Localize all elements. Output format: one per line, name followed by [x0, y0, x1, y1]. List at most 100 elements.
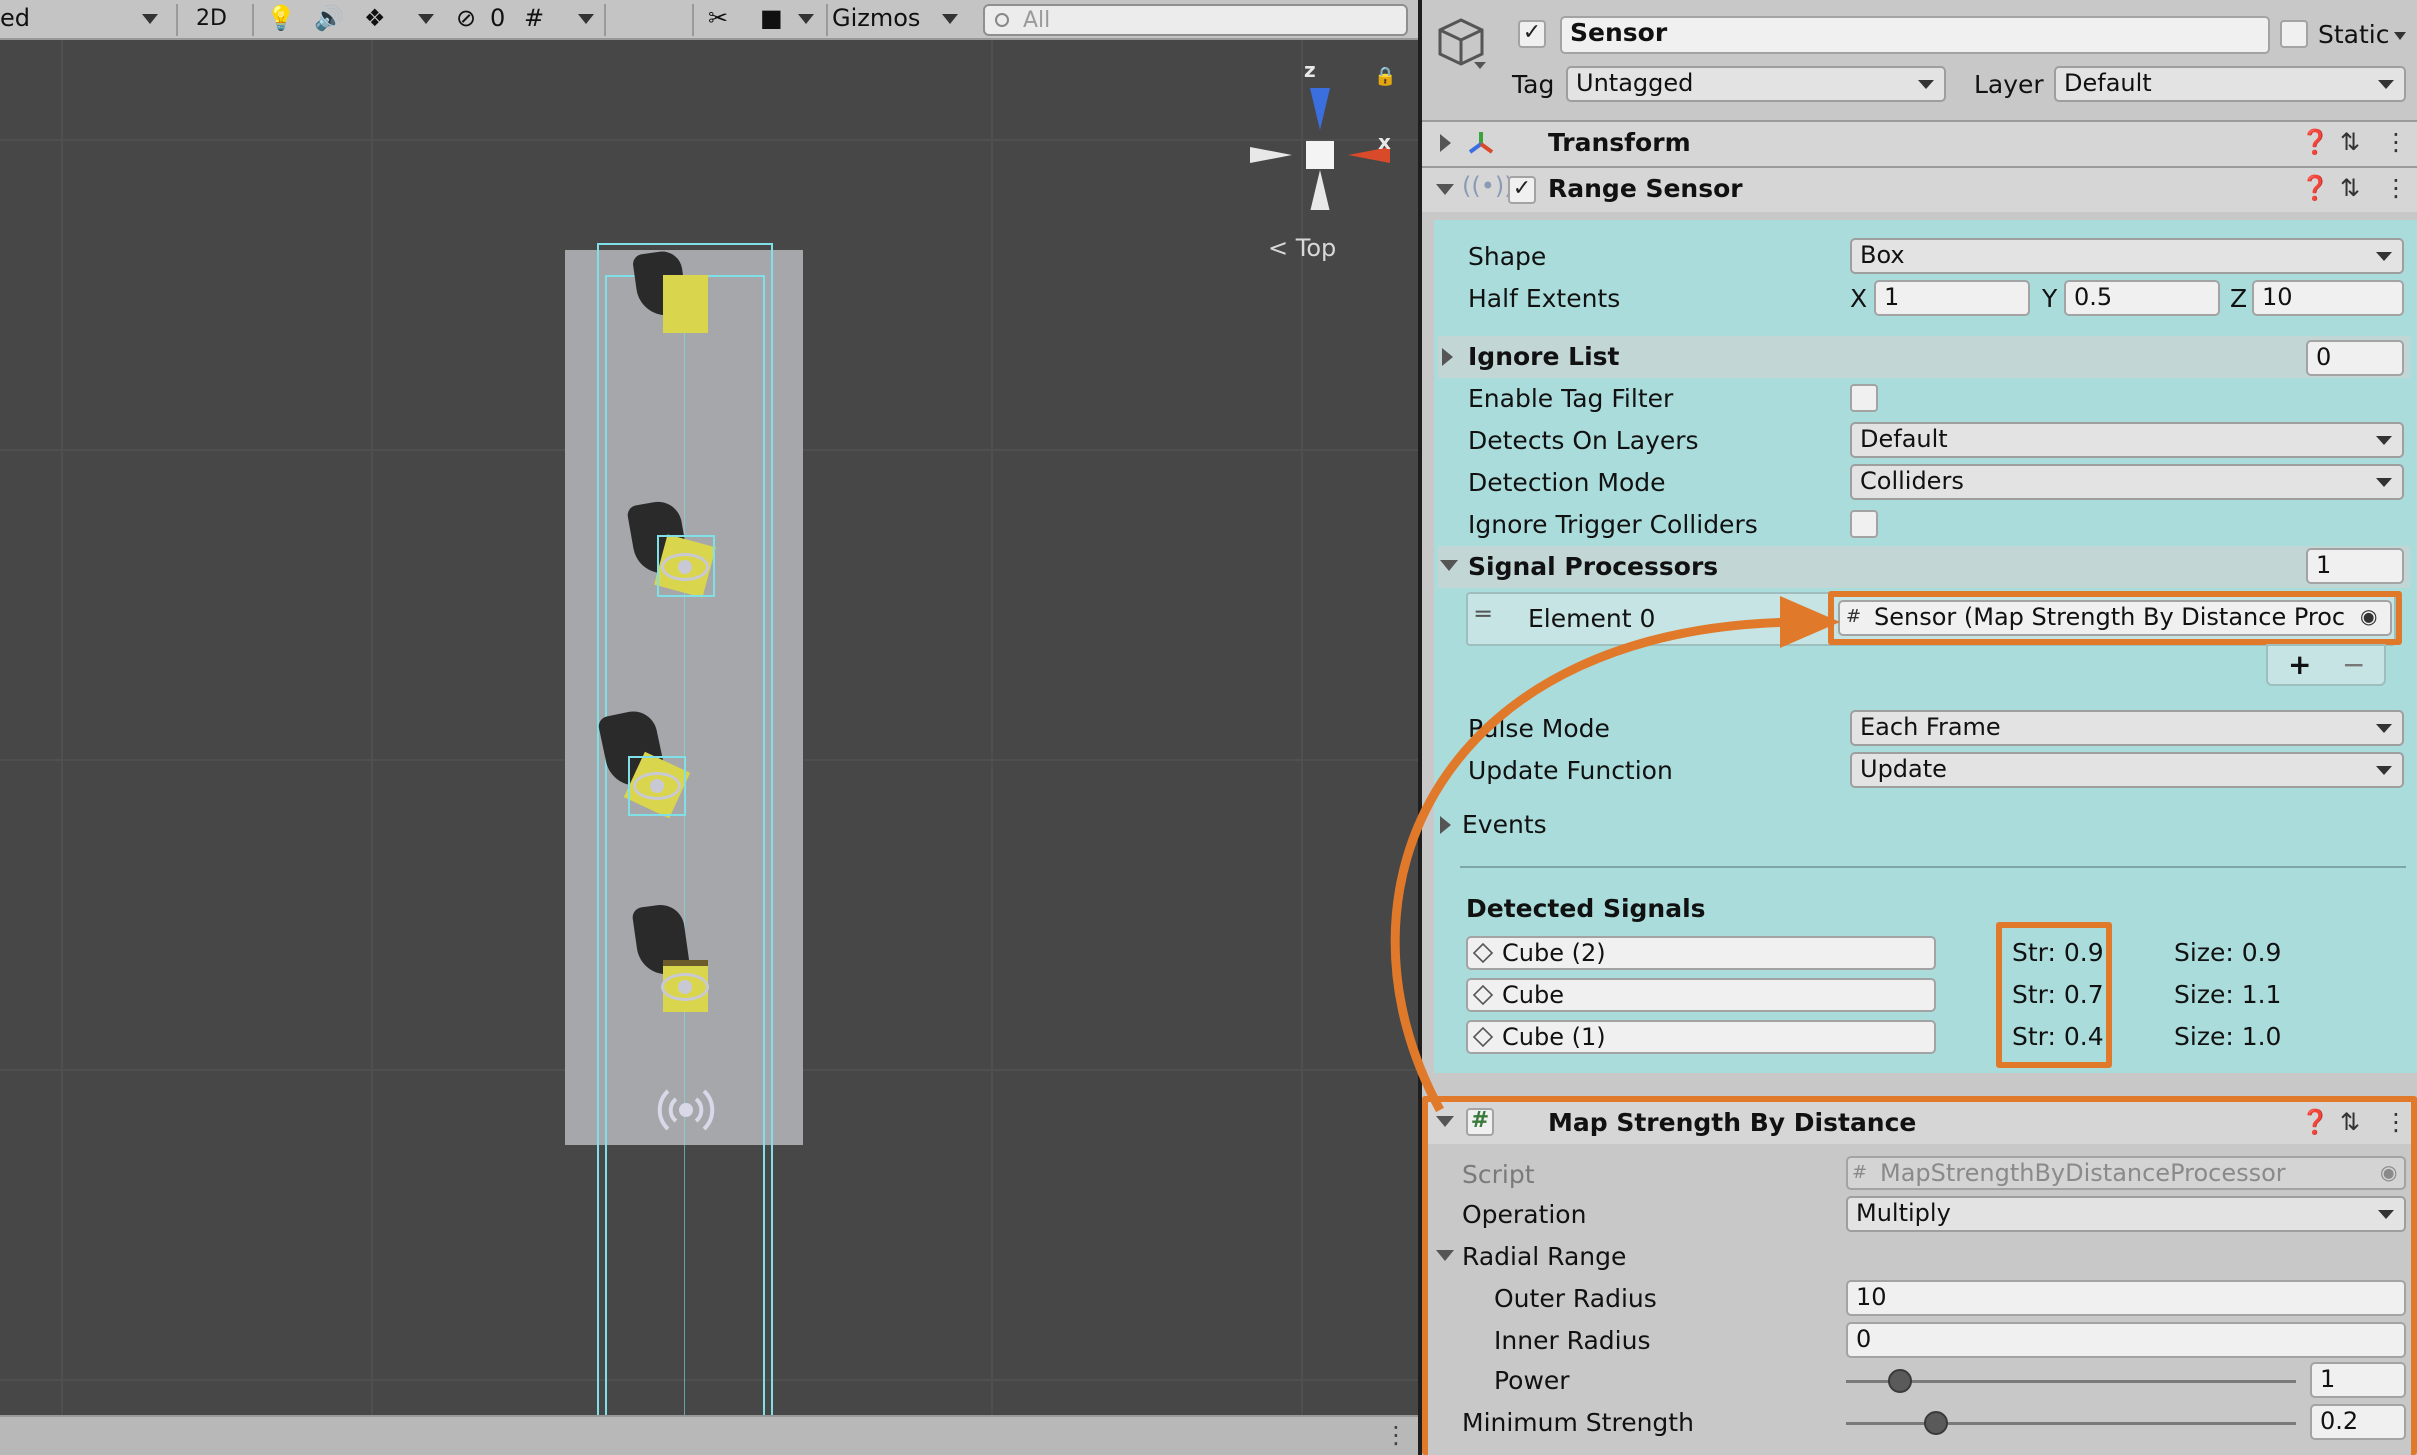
chevron-down-icon[interactable] — [578, 14, 594, 24]
layer-dropdown[interactable]: Default — [2054, 66, 2406, 102]
half-extents-x-field[interactable]: 1 — [1874, 280, 2030, 316]
chevron-down-icon[interactable] — [1474, 62, 1486, 69]
half-extents-label: Half Extents — [1468, 284, 1621, 313]
sensor-component-icon: ((•)) — [1462, 172, 1514, 200]
scene-toolbar: ed 2D 💡 🔊 ❖ ⊘ 0 # ✂ ■ Gizmos All — [0, 0, 1418, 40]
eye-icon — [661, 553, 709, 581]
half-extents-y-field[interactable]: 0.5 — [2064, 280, 2220, 316]
search-placeholder: All — [1023, 8, 1051, 33]
more-options-icon[interactable]: ⋮ — [1384, 1421, 1408, 1449]
shape-label: Shape — [1468, 242, 1547, 271]
static-checkbox[interactable] — [2280, 20, 2308, 48]
range-sensor-enabled-checkbox[interactable]: ✓ — [1508, 176, 1536, 204]
chevron-left-icon: < — [1268, 234, 1296, 262]
toolbar-divider — [176, 4, 178, 36]
z-label: Z — [2230, 284, 2248, 313]
annotation-arrow — [1390, 596, 1840, 1113]
detects-on-layers-dropdown[interactable]: Default — [1850, 422, 2404, 458]
signal-size: Size: 1.1 — [2174, 980, 2282, 1009]
ignore-list-count-field[interactable]: 0 — [2306, 340, 2404, 376]
audio-toggle-icon[interactable]: 🔊 — [314, 4, 344, 32]
toolbar-divider — [604, 4, 606, 36]
fold-arrow-icon[interactable] — [1440, 134, 1451, 152]
ignore-trigger-colliders-checkbox[interactable] — [1850, 510, 1878, 538]
help-icon[interactable]: ❓ — [2300, 128, 2330, 156]
highlight-strength-column — [1996, 922, 2112, 1068]
eye-icon — [661, 973, 709, 1001]
orientation-label-text: Top — [1295, 234, 1337, 262]
camera-icon[interactable]: ■ — [760, 4, 783, 32]
sensor-box-outline — [597, 243, 773, 245]
search-icon — [995, 13, 1009, 27]
more-options-icon[interactable]: ⋮ — [2384, 128, 2408, 156]
remove-element-button[interactable]: − — [2342, 648, 2365, 681]
hidden-count: 0 — [490, 4, 506, 32]
layer-label: Layer — [1974, 70, 2044, 99]
half-extents-z-field[interactable]: 10 — [2252, 280, 2404, 316]
sensor-box-outline — [771, 243, 773, 1415]
chevron-down-icon[interactable] — [798, 14, 814, 24]
sensor-broadcast-icon[interactable] — [654, 1085, 718, 1135]
static-label: Static — [2318, 20, 2390, 49]
chevron-down-icon[interactable] — [142, 14, 158, 24]
gizmo-x-label: x — [1378, 130, 1391, 154]
tools-icon[interactable]: ✂ — [708, 4, 728, 32]
more-options-icon[interactable]: ⋮ — [2384, 174, 2408, 202]
lighting-toggle-icon[interactable]: 💡 — [266, 4, 296, 32]
object-name-field[interactable]: Sensor — [1560, 16, 2270, 54]
update-function-dropdown[interactable]: Update — [1850, 752, 2404, 788]
gizmo-z-label: z — [1304, 58, 1316, 82]
highlight-element-0 — [1828, 591, 2402, 645]
detection-mode-label: Detection Mode — [1468, 468, 1666, 497]
detection-mode-dropdown[interactable]: Colliders — [1850, 464, 2404, 500]
sensor-box-outline — [605, 275, 607, 1415]
active-checkbox[interactable]: ✓ — [1518, 20, 1546, 48]
toolbar-divider — [692, 4, 694, 36]
grid-toggle-icon[interactable]: # — [524, 4, 544, 32]
chevron-down-icon[interactable] — [942, 14, 958, 24]
add-element-button[interactable]: + — [2288, 648, 2311, 681]
x-label: X — [1850, 284, 1868, 313]
tag-label: Tag — [1512, 70, 1555, 99]
range-sensor-title: Range Sensor — [1548, 174, 1743, 203]
scene-footer: ⋮ — [0, 1415, 1418, 1455]
visibility-hidden-icon[interactable]: ⊘ — [456, 4, 476, 32]
list-buttons — [2266, 644, 2386, 686]
effects-toggle-icon[interactable]: ❖ — [364, 4, 386, 32]
ignore-list-label: Ignore List — [1468, 342, 1620, 371]
enable-tag-filter-label: Enable Tag Filter — [1468, 384, 1674, 413]
signal-size: Size: 0.9 — [2174, 938, 2282, 967]
fold-arrow-icon[interactable] — [1442, 348, 1453, 366]
preset-icon[interactable]: ⇅ — [2340, 128, 2360, 156]
toolbar-divider — [252, 4, 254, 36]
arrow-head-icon — [1780, 596, 1840, 648]
highlight-map-strength-component — [1422, 1096, 2417, 1455]
draw-mode-dropdown[interactable]: ed — [0, 4, 30, 32]
tag-dropdown[interactable]: Untagged — [1566, 66, 1946, 102]
pulse-mode-dropdown[interactable]: Each Frame — [1850, 710, 2404, 746]
ignore-trigger-colliders-label: Ignore Trigger Colliders — [1468, 510, 1758, 539]
sensor-center-line — [684, 275, 685, 1415]
sensor-box-outline — [597, 243, 599, 1415]
orientation-label[interactable]: < Top — [1268, 234, 1336, 262]
fold-arrow-icon[interactable] — [1436, 184, 1454, 195]
search-input[interactable]: All — [983, 4, 1408, 36]
cube-object[interactable] — [663, 275, 708, 333]
preset-icon[interactable]: ⇅ — [2340, 174, 2360, 202]
eye-icon — [633, 772, 681, 800]
enable-tag-filter-checkbox[interactable] — [1850, 384, 1878, 412]
help-icon[interactable]: ❓ — [2300, 174, 2330, 202]
toolbar-divider — [826, 4, 828, 36]
lock-icon[interactable]: 🔒 — [1374, 66, 1396, 87]
signal-processors-count-field[interactable]: 1 — [2306, 548, 2404, 584]
sensor-box-outline — [763, 275, 765, 1415]
detects-on-layers-label: Detects On Layers — [1468, 426, 1699, 455]
chevron-down-icon[interactable] — [2394, 32, 2406, 40]
chevron-down-icon[interactable] — [418, 14, 434, 24]
scene-view[interactable]: ed 2D 💡 🔊 ❖ ⊘ 0 # ✂ ■ Gizmos All z x 🔒 <… — [0, 0, 1418, 1455]
2d-toggle-button[interactable]: 2D — [196, 6, 227, 31]
y-label: Y — [2042, 284, 2058, 313]
shape-dropdown[interactable]: Box — [1850, 238, 2404, 274]
transform-title: Transform — [1548, 128, 1691, 157]
gizmos-dropdown[interactable]: Gizmos — [832, 4, 920, 32]
